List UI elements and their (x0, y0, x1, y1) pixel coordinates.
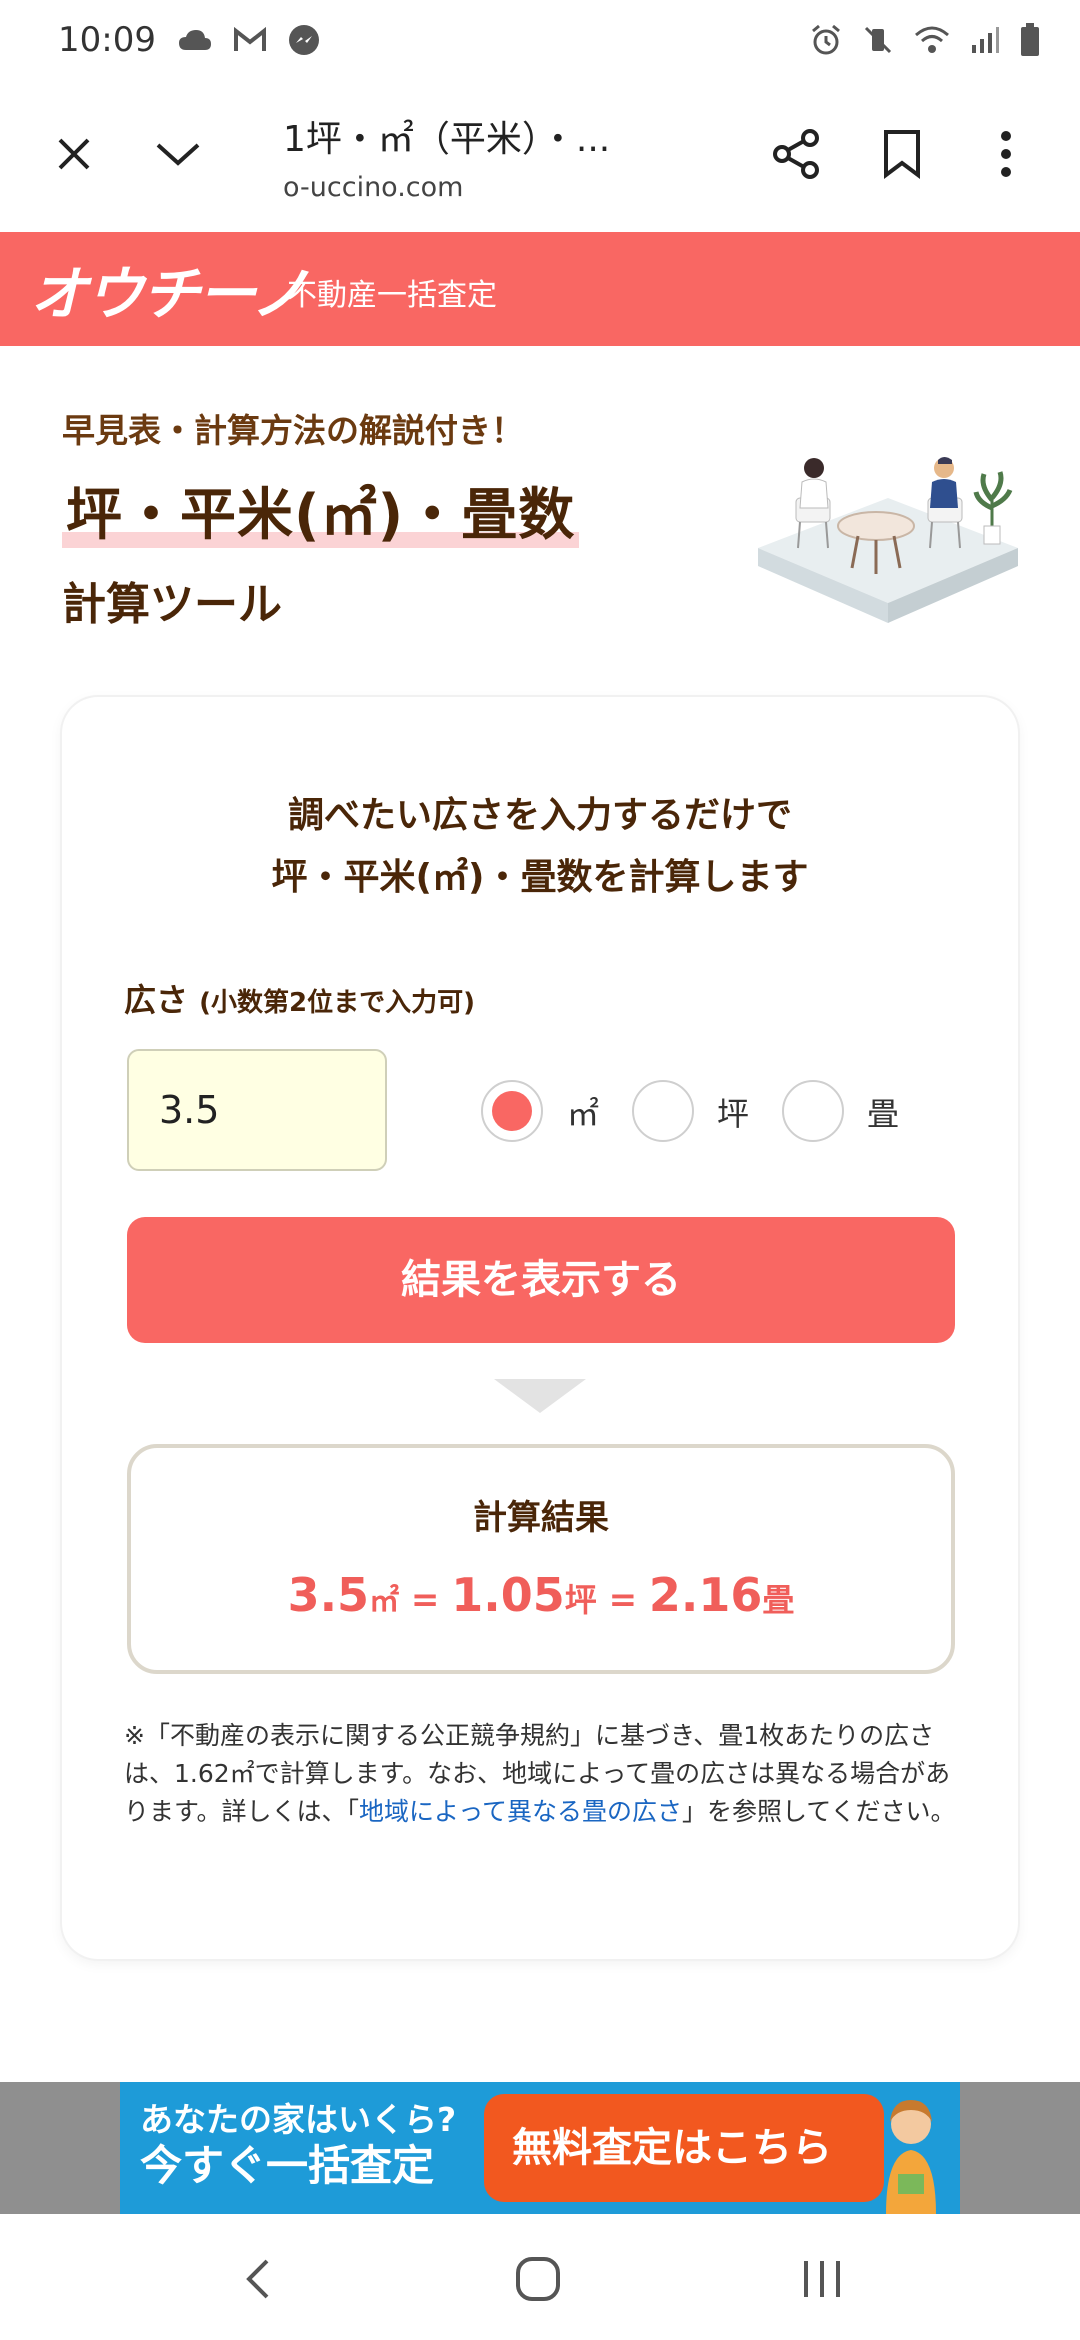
area-field-hint: (小数第2位まで入力可) (199, 988, 476, 1018)
page-title-sub: 計算ツール (62, 579, 282, 630)
more-options-icon[interactable] (970, 118, 1042, 190)
calculator-heading: 調べたい広さを入力するだけで 坪・平米(㎡)・畳数を計算します (271, 795, 809, 898)
status-bar: 10:09 (0, 0, 1080, 80)
result-value: 3.5㎡ = 1.05坪 = 2.16畳 (287, 1568, 795, 1622)
page-title: 坪・平米(㎡)・畳数 (62, 470, 580, 551)
appraisal-banner[interactable]: あなたの家はいくら? 今すぐ一括査定 無料査定はこちら (120, 2082, 960, 2214)
gmail-icon (233, 27, 266, 53)
close-icon[interactable] (38, 118, 110, 190)
unit-label-tsubo: 坪 (717, 1095, 750, 1133)
site-header: オウチーノ 不動産一括査定 (0, 232, 1080, 346)
area-input[interactable] (127, 1049, 387, 1171)
browser-page-title: 1坪・㎡（平米）・... (283, 119, 611, 160)
share-icon[interactable] (760, 118, 832, 190)
back-icon[interactable] (218, 2244, 298, 2314)
cloud-icon (178, 28, 212, 52)
result-title: 計算結果 (473, 1498, 609, 1538)
unit-radio-jo[interactable] (782, 1080, 844, 1142)
wifi-icon (914, 25, 950, 55)
banner-text: あなたの家はいくら? 今すぐ一括査定 (140, 2100, 457, 2190)
unit-radio-tsubo[interactable] (632, 1080, 694, 1142)
browser-toolbar: 1坪・㎡（平米）・... o-uccino.com (0, 80, 1080, 232)
battery-icon (1020, 23, 1040, 57)
meeting-illustration (748, 398, 1028, 628)
calculator-card: 調べたい広さを入力するだけで 坪・平米(㎡)・畳数を計算します 広さ (小数第2… (62, 697, 1018, 1959)
arrow-down-icon (494, 1379, 586, 1413)
browser-url[interactable]: o-uccino.com (283, 172, 463, 203)
site-logo[interactable]: オウチーノ (30, 252, 309, 328)
signal-icon (970, 25, 1000, 55)
messenger-icon (288, 24, 320, 56)
unit-radio-sqm[interactable] (481, 1080, 543, 1142)
free-appraisal-button[interactable]: 無料査定はこちら (484, 2094, 884, 2202)
result-box: 計算結果 3.5㎡ = 1.05坪 = 2.16畳 (127, 1444, 955, 1674)
chevron-down-icon[interactable] (142, 118, 214, 190)
area-field-label: 広さ (小数第2位まで入力可) (124, 981, 476, 1019)
tatami-size-link[interactable]: 地域によって異なる畳の広さ (359, 1797, 682, 1826)
banner-person-illustration (868, 2088, 954, 2214)
show-result-button[interactable]: 結果を表示する (127, 1217, 955, 1343)
unit-label-sqm: ㎡ (567, 1095, 600, 1133)
home-icon[interactable] (498, 2244, 578, 2314)
bookmark-icon[interactable] (866, 118, 938, 190)
system-nav-bar (0, 2214, 1080, 2340)
recent-apps-icon[interactable] (782, 2244, 862, 2314)
vibrate-mute-icon (862, 24, 894, 56)
status-time: 10:09 (58, 20, 156, 60)
alarm-icon (810, 24, 842, 56)
page-title-text: 坪・平米(㎡)・畳数 (62, 483, 580, 548)
header-subtitle[interactable]: 不動産一括査定 (287, 270, 497, 314)
calculation-note: ※「不動産の表示に関する公正競争規約」に基づき、畳1枚あたりの広さは、1.62㎡… (124, 1721, 956, 1826)
hero-subtitle: 早見表・計算方法の解説付き！ (62, 411, 524, 450)
unit-label-jo: 畳 (867, 1095, 900, 1133)
